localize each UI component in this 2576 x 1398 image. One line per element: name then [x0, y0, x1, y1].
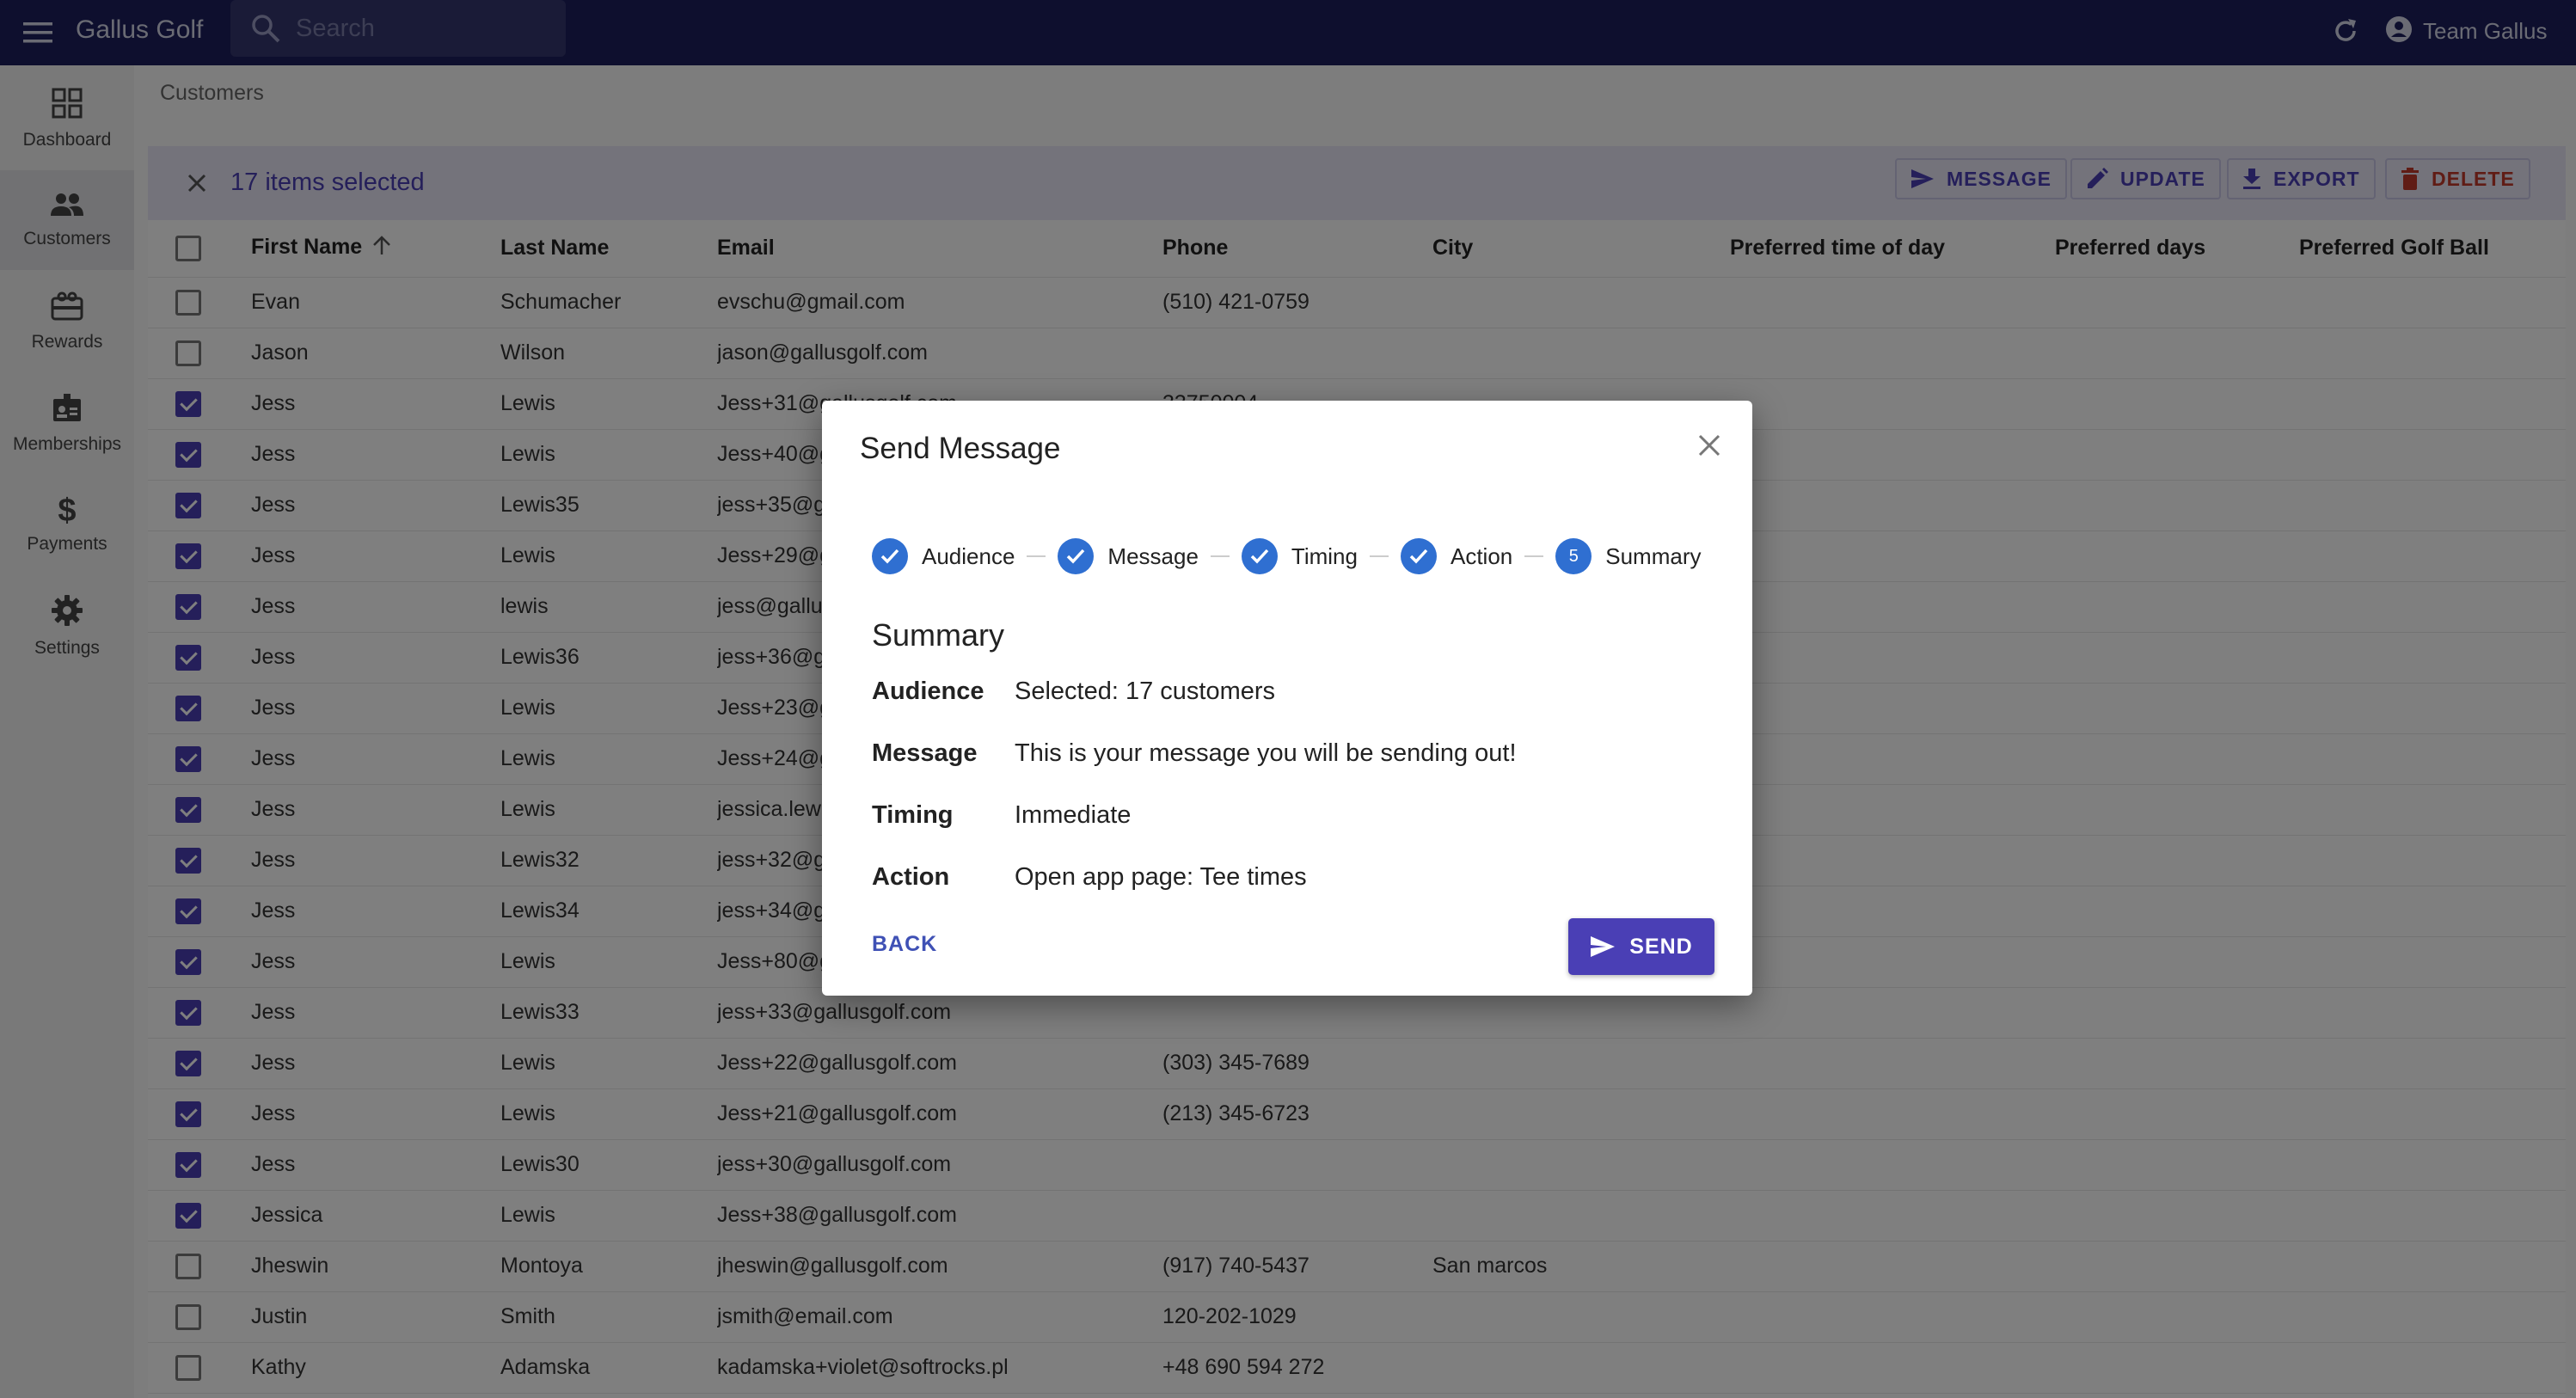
step-timing[interactable]: Timing — [1241, 538, 1358, 574]
close-icon[interactable] — [1690, 426, 1728, 464]
step-audience[interactable]: Audience — [872, 538, 1015, 574]
step-number: 5 — [1555, 538, 1592, 574]
step-connector — [1210, 555, 1230, 557]
step-summary[interactable]: 5 Summary — [1555, 538, 1702, 574]
check-icon — [872, 538, 908, 574]
step-connector — [1027, 555, 1046, 557]
step-connector — [1369, 555, 1389, 557]
check-icon — [1241, 538, 1278, 574]
summary-row-action: Action Open app page: Tee times — [872, 863, 1307, 891]
check-icon — [1400, 538, 1437, 574]
send-button[interactable]: SEND — [1568, 918, 1714, 975]
summary-row-audience: Audience Selected: 17 customers — [872, 678, 1276, 705]
back-button[interactable]: BACK — [872, 932, 937, 957]
dialog-title: Send Message — [860, 432, 1061, 465]
summary-row-timing: Timing Immediate — [872, 801, 1132, 829]
step-action[interactable]: Action — [1400, 538, 1512, 574]
step-message[interactable]: Message — [1058, 538, 1199, 574]
summary-row-message: Message This is your message you will be… — [872, 739, 1517, 767]
step-connector — [1524, 555, 1544, 557]
send-icon — [1590, 935, 1616, 958]
summary-heading: Summary — [872, 617, 1005, 653]
check-icon — [1058, 538, 1095, 574]
send-message-dialog: Send Message Audience Message Timing Act… — [822, 401, 1752, 996]
stepper: Audience Message Timing Action 5 Summary — [872, 538, 1702, 574]
